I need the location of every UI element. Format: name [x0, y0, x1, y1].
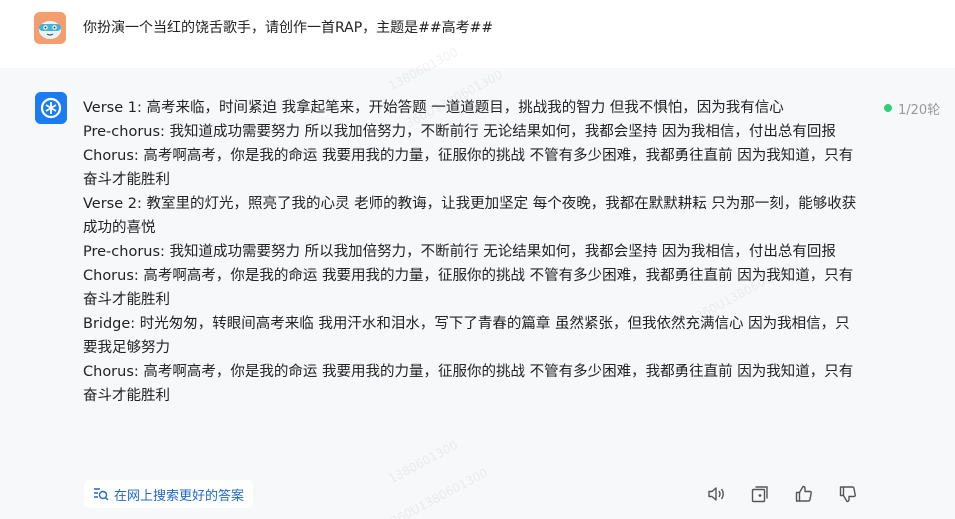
answer-line: Pre-chorus: 我知道成功需要努力 所以我加倍努力，不断前行 无论结果如…: [83, 244, 836, 260]
user-avatar-icon: [34, 12, 66, 44]
search-better-label: 在网上搜索更好的答案: [114, 488, 245, 504]
message-actions: [705, 482, 859, 506]
answer-line: Chorus: 高考啊高考，你是我的命运 我要用我的力量，征服你的挑战 不管有多…: [83, 364, 854, 404]
status-dot-icon: [884, 104, 892, 112]
round-indicator: 1/20轮: [884, 98, 940, 118]
thumbs-down-icon: [839, 486, 856, 503]
assistant-answer: Verse 1: 高考来临，时间紧迫 我拿起笔来，开始答题 一道道题目，挑战我的…: [83, 96, 863, 408]
thumbs-up-icon: [795, 485, 812, 502]
assistant-message-section: Verse 1: 高考来临，时间紧迫 我拿起笔来，开始答题 一道道题目，挑战我的…: [0, 68, 955, 519]
answer-line: Chorus: 高考啊高考，你是我的命运 我要用我的力量，征服你的挑战 不管有多…: [83, 148, 854, 188]
round-count: 1/20轮: [898, 102, 941, 118]
copy-button[interactable]: [749, 483, 771, 505]
user-message-text: 你扮演一个当红的饶舌歌手，请创作一首RAP，主题是##高考##: [83, 20, 494, 36]
answer-line: Verse 1: 高考来临，时间紧迫 我拿起笔来，开始答题 一道道题目，挑战我的…: [83, 100, 784, 116]
answer-line: Bridge: 时光匆匆，转眼间高考来临 我用汗水和泪水，写下了青春的篇章 虽然…: [83, 316, 850, 356]
user-avatar: [34, 12, 66, 44]
user-message-row: 你扮演一个当红的饶舌歌手，请创作一首RAP，主题是##高考##: [0, 0, 955, 68]
copy-icon: [751, 486, 768, 503]
speaker-icon: [708, 487, 724, 501]
answer-line: Chorus: 高考啊高考，你是我的命运 我要用我的力量，征服你的挑战 不管有多…: [83, 268, 854, 308]
search-list-icon: [94, 488, 109, 501]
dislike-button[interactable]: [837, 483, 859, 505]
assistant-avatar-icon: [35, 92, 67, 124]
answer-line: Pre-chorus: 我知道成功需要努力 所以我加倍努力，不断前行 无论结果如…: [83, 124, 836, 140]
answer-line: Verse 2: 教室里的灯光，照亮了我的心灵 老师的教诲，让我更加坚定 每个夜…: [83, 196, 857, 236]
assistant-avatar: [35, 92, 67, 124]
search-better-answer-button[interactable]: 在网上搜索更好的答案: [84, 480, 254, 508]
speaker-button[interactable]: [705, 483, 727, 505]
like-button[interactable]: [793, 483, 815, 505]
